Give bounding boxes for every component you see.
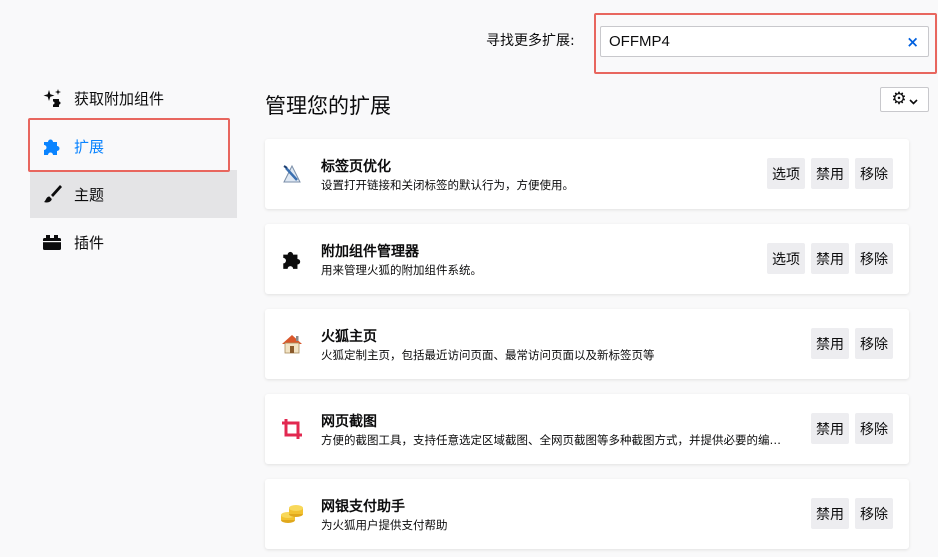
house-icon <box>279 331 305 357</box>
sidebar-item-label: 获取附加组件 <box>74 89 165 108</box>
extension-name: 火狐主页 <box>321 329 377 345</box>
extension-card[interactable]: 标签页优化 设置打开链接和关闭标签的默认行为，方便使用。 选项 禁用 移除 <box>265 139 909 209</box>
disable-button[interactable]: 禁用 <box>811 158 849 189</box>
extension-description: 设置打开链接和关闭标签的默认行为，方便使用。 <box>321 178 574 192</box>
chevron-down-icon <box>909 90 918 109</box>
search-box[interactable]: × <box>600 26 929 57</box>
extension-card[interactable]: 附加组件管理器 用来管理火狐的附加组件系统。 选项 禁用 移除 <box>265 224 909 294</box>
page-title: 管理您的扩展 <box>265 94 391 118</box>
sidebar-item-themes[interactable]: 主题 <box>30 170 237 218</box>
crop-icon <box>279 416 305 442</box>
extension-name: 网银支付助手 <box>321 499 405 515</box>
plugin-block-icon <box>40 230 64 254</box>
options-button[interactable]: 选项 <box>767 243 805 274</box>
options-button[interactable]: 选项 <box>767 158 805 189</box>
tab-pen-icon <box>279 161 305 187</box>
extension-description: 用来管理火狐的附加组件系统。 <box>321 263 482 277</box>
remove-button[interactable]: 移除 <box>855 413 893 444</box>
extension-card[interactable]: 网银支付助手 为火狐用户提供支付帮助 禁用 移除 <box>265 479 909 549</box>
sidebar-item-label: 插件 <box>74 233 105 252</box>
extension-description: 方便的截图工具，支持任意选定区域截图、全网页截图等多种截图方式，并提供必要的编辑… <box>321 433 791 447</box>
sidebar-item-label: 主题 <box>74 185 105 204</box>
coins-icon <box>279 501 305 527</box>
extension-name: 附加组件管理器 <box>321 244 419 260</box>
sparkle-puzzle-icon <box>40 86 64 110</box>
disable-button[interactable]: 禁用 <box>811 413 849 444</box>
extensions-highlight-frame <box>28 118 230 172</box>
sidebar-item-plugins[interactable]: 插件 <box>30 218 237 266</box>
disable-button[interactable]: 禁用 <box>811 328 849 359</box>
extension-name: 标签页优化 <box>321 159 391 175</box>
extension-card[interactable]: 火狐主页 火狐定制主页，包括最近访问页面、最常访问页面以及新标签页等 禁用 移除 <box>265 309 909 379</box>
extension-description: 火狐定制主页，包括最近访问页面、最常访问页面以及新标签页等 <box>321 348 655 362</box>
clear-icon[interactable]: × <box>906 33 919 51</box>
search-label: 寻找更多扩展: <box>486 33 575 49</box>
extension-card[interactable]: 网页截图 方便的截图工具，支持任意选定区域截图、全网页截图等多种截图方式，并提供… <box>265 394 909 464</box>
disable-button[interactable]: 禁用 <box>811 243 849 274</box>
tools-menu-button[interactable]: ⚙ <box>880 87 929 112</box>
gear-icon: ⚙ <box>891 89 907 109</box>
search-input[interactable] <box>609 33 889 50</box>
extension-description: 为火狐用户提供支付帮助 <box>321 518 448 532</box>
puzzle-black-icon <box>279 246 305 272</box>
remove-button[interactable]: 移除 <box>855 498 893 529</box>
remove-button[interactable]: 移除 <box>855 158 893 189</box>
remove-button[interactable]: 移除 <box>855 243 893 274</box>
extension-name: 网页截图 <box>321 414 377 430</box>
disable-button[interactable]: 禁用 <box>811 498 849 529</box>
brush-icon <box>40 182 64 206</box>
sidebar-item-get-addons[interactable]: 获取附加组件 <box>30 74 237 122</box>
remove-button[interactable]: 移除 <box>855 328 893 359</box>
